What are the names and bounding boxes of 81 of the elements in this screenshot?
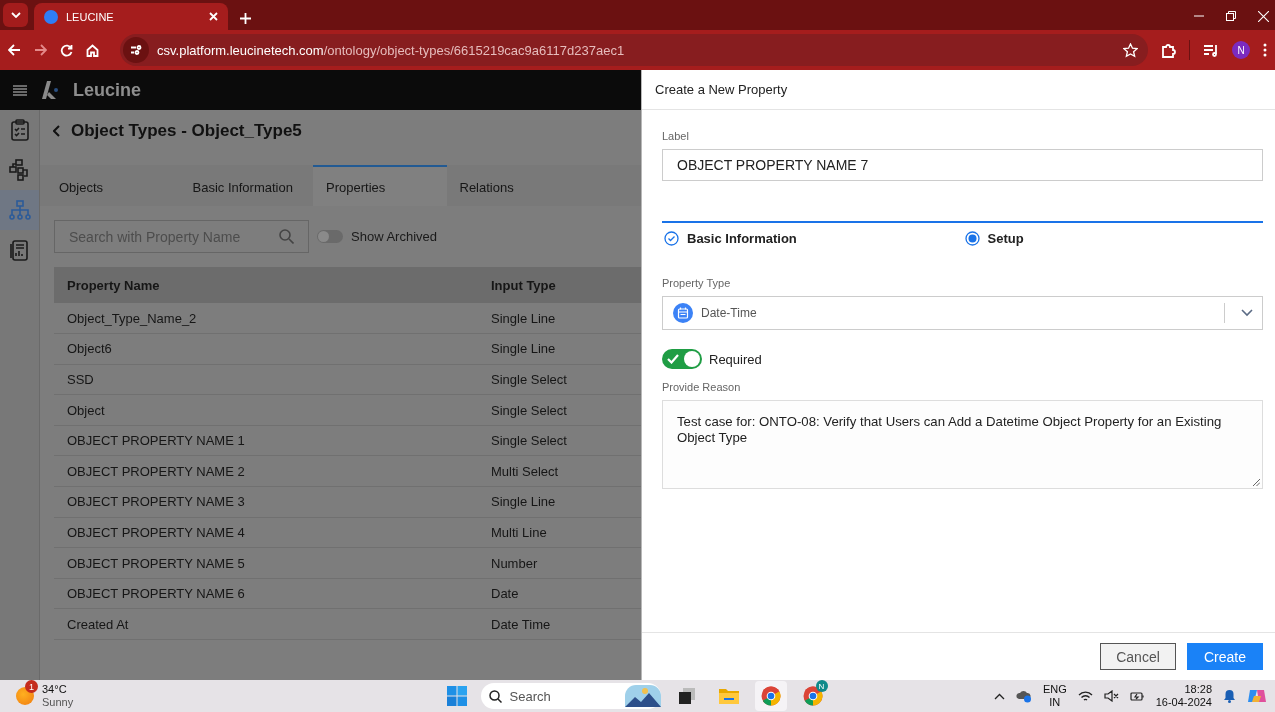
caret-down-icon bbox=[10, 12, 21, 18]
favicon-icon bbox=[44, 9, 58, 24]
cancel-button[interactable]: Cancel bbox=[1100, 643, 1176, 670]
table-cell: OBJECT PROPERTY NAME 6 bbox=[54, 578, 478, 609]
table-cell: Created At bbox=[54, 608, 478, 640]
table-cell: SSD bbox=[54, 364, 478, 395]
tab[interactable]: Objects bbox=[46, 165, 180, 206]
extensions-icon[interactable] bbox=[1161, 42, 1176, 58]
table-cell: Object_Type_Name_2 bbox=[54, 303, 478, 334]
chevron-up-icon[interactable] bbox=[993, 692, 1005, 700]
dropdown[interactable]: Date-Time bbox=[662, 296, 1263, 330]
drawer-title: Create a New Property bbox=[655, 82, 788, 97]
new-tab-icon[interactable] bbox=[240, 13, 251, 24]
tab[interactable]: Basic Information bbox=[179, 165, 313, 206]
search-icon[interactable] bbox=[488, 689, 502, 703]
browser-icon[interactable] bbox=[760, 686, 781, 706]
bookmark-star-icon[interactable] bbox=[1123, 42, 1138, 58]
media-control-icon[interactable] bbox=[1203, 43, 1219, 57]
close-tab-icon[interactable] bbox=[209, 12, 218, 21]
language-indicator[interactable]: ENG IN bbox=[1042, 683, 1067, 709]
back-icon[interactable] bbox=[53, 125, 61, 137]
clock[interactable]: 18:28 16-04-2024 bbox=[1155, 683, 1212, 709]
address-bar[interactable]: csv.platform.leucinetech.com/ontology/object-types/6615219cac9a6117d237aec1 bbox=[120, 34, 1148, 66]
table-cell: Object bbox=[54, 394, 478, 426]
resize-handle-icon[interactable] bbox=[1253, 479, 1260, 486]
start-icon[interactable] bbox=[446, 686, 467, 706]
profile-badge: N bbox=[815, 680, 828, 692]
page-title: Object Types - Object_Type5 bbox=[71, 121, 302, 141]
reload-icon[interactable] bbox=[60, 43, 73, 57]
step-label[interactable]: Setup bbox=[987, 231, 1024, 246]
weather-condition: Sunny bbox=[42, 696, 74, 709]
table-cell: Object6 bbox=[54, 333, 478, 365]
check-icon bbox=[667, 354, 679, 364]
menu-icon[interactable] bbox=[13, 84, 27, 96]
home-icon[interactable] bbox=[86, 43, 99, 57]
clipboard-icon bbox=[9, 119, 30, 141]
calendar-icon bbox=[673, 303, 693, 323]
profile-avatar[interactable]: N bbox=[1232, 41, 1250, 59]
table-cell: OBJECT PROPERTY NAME 4 bbox=[54, 517, 478, 548]
text-area[interactable]: Test case for: ONTO-08: Verify that Users can Add a Datetime Object Property for an Existing Object Type bbox=[662, 400, 1263, 489]
hierarchy-icon bbox=[8, 200, 31, 220]
cloud-icon[interactable] bbox=[1015, 689, 1032, 703]
close-icon[interactable] bbox=[1258, 11, 1269, 22]
notification-badge: 1 bbox=[25, 680, 38, 693]
flowchart-icon bbox=[8, 159, 31, 181]
field-label: Provide Reason bbox=[662, 381, 742, 393]
table-cell: OBJECT PROPERTY NAME 5 bbox=[54, 547, 478, 579]
field-label: Property Type bbox=[662, 277, 732, 289]
temperature: 34°C bbox=[42, 683, 68, 696]
browser-tab[interactable]: LEUCINE bbox=[34, 3, 228, 30]
tab[interactable]: Relations bbox=[446, 165, 580, 206]
create-button[interactable]: Create bbox=[1187, 643, 1263, 670]
step-label[interactable]: Basic Information bbox=[687, 231, 797, 246]
muted-speaker-icon[interactable] bbox=[1103, 690, 1119, 702]
column-header: Property Name bbox=[54, 267, 478, 303]
toggle-switch[interactable] bbox=[317, 230, 343, 243]
toggle-label: Show Archived bbox=[351, 229, 437, 244]
site-settings-icon[interactable] bbox=[123, 37, 149, 63]
column-header: Input Type bbox=[478, 267, 641, 303]
table-cell: OBJECT PROPERTY NAME 1 bbox=[54, 425, 478, 456]
field-label: Label bbox=[662, 130, 690, 142]
input-field[interactable]: OBJECT PROPERTY NAME 7 bbox=[662, 149, 1263, 181]
menu-icon[interactable] bbox=[1263, 43, 1267, 57]
report-icon bbox=[9, 239, 30, 261]
chevron-down-icon[interactable] bbox=[1241, 309, 1253, 317]
logo-icon bbox=[40, 80, 60, 100]
browser-icon[interactable] bbox=[802, 686, 823, 706]
tab-search-button[interactable] bbox=[3, 3, 28, 27]
taskbar-search-field[interactable]: Search bbox=[480, 683, 661, 709]
restore-icon[interactable] bbox=[1226, 11, 1236, 21]
toggle-switch[interactable] bbox=[662, 349, 702, 369]
tab[interactable]: Properties bbox=[313, 165, 447, 206]
table-cell: OBJECT PROPERTY NAME 2 bbox=[54, 455, 478, 487]
wifi-icon[interactable] bbox=[1077, 690, 1093, 702]
toggle-label: Required bbox=[709, 351, 762, 367]
battery-icon[interactable] bbox=[1129, 690, 1145, 702]
search-highlight-icon bbox=[624, 685, 661, 707]
table-cell: OBJECT PROPERTY NAME 3 bbox=[54, 486, 478, 518]
brand-name: Leucine bbox=[73, 79, 142, 101]
forward-icon[interactable] bbox=[34, 44, 47, 56]
bell-icon[interactable] bbox=[1223, 689, 1236, 703]
